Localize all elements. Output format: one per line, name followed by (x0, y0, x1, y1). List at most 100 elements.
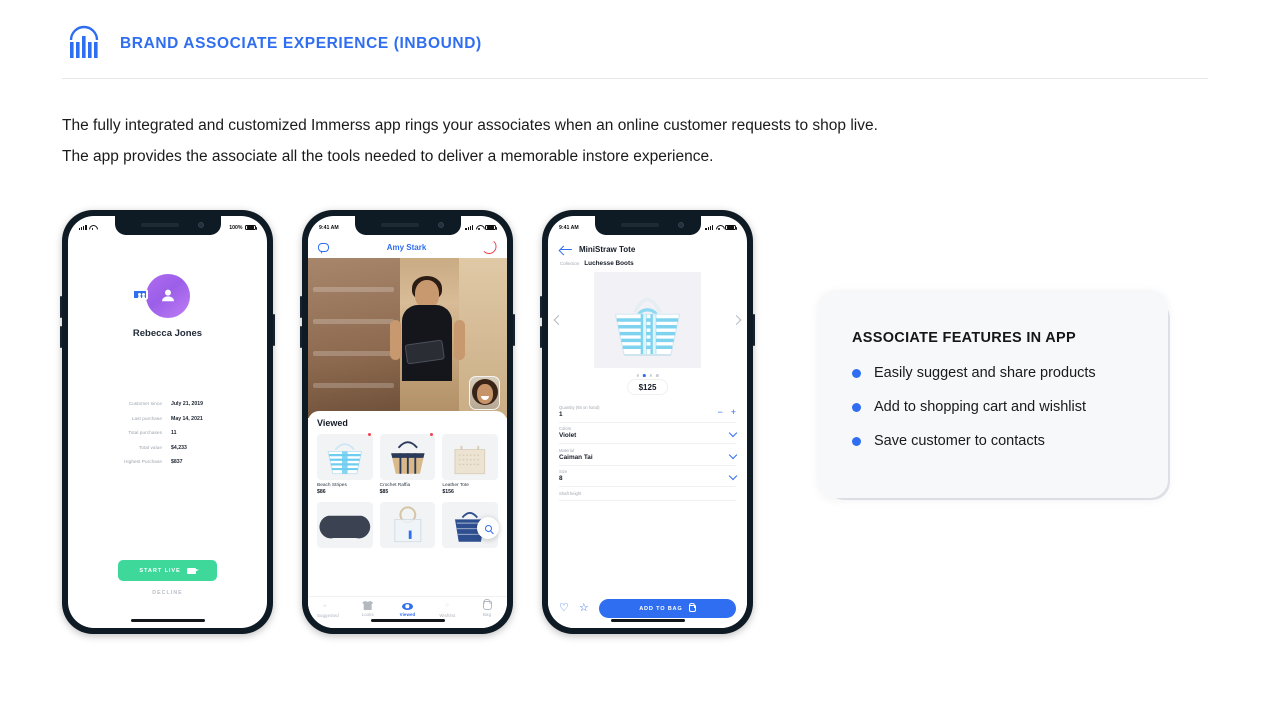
tab-label: Wishlist (439, 612, 456, 618)
product-card[interactable]: Beach Stripes $86 (317, 432, 373, 495)
customer-name: Rebecca Jones (132, 328, 203, 339)
live-video-feed (308, 258, 507, 418)
product-thumbnail (379, 434, 436, 480)
new-indicator-dot (367, 432, 371, 436)
carousel-dot[interactable] (636, 374, 639, 377)
product-card[interactable] (379, 502, 436, 548)
collection-row: Collection Luchesse Boots (560, 260, 634, 267)
stat-value: $837 (171, 459, 183, 465)
notch-camera (197, 222, 204, 228)
feature-item: Easily suggest and share products (852, 365, 1134, 381)
phone-mockup-livecall: 9:41 AM Amy Stark Viewed Beach Stripes $… (300, 210, 515, 634)
option-row-quantity[interactable]: Quantity (65 on hand) 1 − + (559, 401, 736, 423)
carousel-dot-active[interactable] (642, 374, 646, 377)
option-row-shaft-height[interactable]: Shaft height (559, 487, 736, 501)
collection-value: Luchesse Boots (584, 260, 634, 267)
stat-label: Last purchase (131, 415, 162, 421)
quantity-increase-button[interactable]: + (731, 407, 736, 417)
carousel-dot[interactable] (656, 374, 659, 377)
call-header-bar: Amy Stark (308, 236, 507, 258)
collection-label: Collection (560, 261, 580, 266)
option-row-colors[interactable]: Colors Violet (559, 423, 738, 444)
product-card[interactable]: Leather Tote $156 (442, 434, 498, 495)
shirt-icon (362, 601, 374, 610)
tab-wishlist[interactable]: ♡ Wishlist (428, 601, 466, 618)
bottom-tab-bar: ☆ Suggested Looks Viewed ♡ Wishlist Bag (308, 596, 507, 628)
avatar-wrapper (68, 274, 267, 318)
tab-looks[interactable]: Looks (349, 601, 387, 617)
wifi-icon (716, 225, 723, 231)
video-camera-icon (186, 567, 199, 574)
chat-bubble-icon[interactable] (318, 242, 329, 254)
caller-name: Amy Stark (386, 242, 427, 252)
status-time: 9:41 AM (319, 224, 339, 231)
battery-icon (485, 224, 498, 231)
add-to-bag-button[interactable]: ADD TO BAG (598, 599, 736, 618)
search-fab-button[interactable] (477, 517, 499, 539)
heart-icon[interactable]: ♡ (559, 603, 569, 614)
bag-icon (482, 601, 492, 610)
end-call-icon[interactable] (484, 243, 497, 251)
stat-row: Total purchases 11 (88, 430, 247, 436)
home-indicator (610, 618, 685, 622)
product-price: $156 (442, 489, 454, 495)
carousel-dot[interactable] (649, 374, 653, 377)
option-row-size[interactable]: Size 8 (559, 466, 738, 487)
quantity-decrease-button[interactable]: − (717, 407, 722, 417)
product-price: $86 (317, 489, 326, 495)
decline-button[interactable]: DECLINE (68, 590, 267, 596)
feature-text: Easily suggest and share products (874, 365, 1096, 381)
stat-value: 11 (171, 430, 177, 436)
option-row-material[interactable]: Material Caiman Tai (559, 444, 738, 466)
product-card[interactable]: Crochet Raffia $85 (379, 432, 436, 495)
product-image-carousel (548, 272, 747, 377)
battery-icon (245, 224, 258, 231)
notch-camera (437, 222, 444, 228)
signal-icon (79, 225, 87, 230)
product-title: MiniStraw Tote (579, 244, 636, 254)
tab-label: Bag (483, 612, 492, 617)
product-thumbnail (317, 502, 373, 548)
store-shelving (308, 258, 400, 418)
wifi-icon (476, 225, 483, 231)
option-value: Violet (559, 432, 577, 439)
tab-viewed[interactable]: Viewed (388, 601, 426, 617)
search-icon (484, 524, 492, 532)
back-arrow-icon[interactable] (560, 245, 572, 254)
quantity-stepper[interactable]: − + (717, 407, 736, 417)
start-live-label: START LIVE (139, 567, 181, 574)
phone-notch (594, 216, 701, 235)
phone-volume-up (300, 296, 302, 318)
notch-camera (677, 222, 684, 228)
option-label: Quantity (65 on hand) (559, 404, 600, 410)
phone-volume-down (540, 326, 542, 348)
stat-value: July 21, 2019 (171, 401, 204, 407)
star-icon: ☆ (322, 602, 327, 608)
tab-suggested[interactable]: ☆ Suggested (309, 601, 347, 618)
carousel-next-icon[interactable] (731, 315, 742, 325)
stat-row: Total value $4,233 (88, 445, 247, 451)
features-card: ASSOCIATE FEATURES IN APP Easily suggest… (818, 290, 1168, 498)
phone-volume-up (60, 296, 62, 318)
carousel-dots (636, 374, 659, 377)
feature-item: Add to shopping cart and wishlist (852, 399, 1134, 415)
picture-in-picture-customer[interactable] (469, 376, 500, 410)
chevron-down-icon[interactable] (728, 428, 738, 438)
new-indicator-dot (430, 432, 434, 436)
option-label: Size (559, 469, 568, 474)
option-label: Material (559, 447, 574, 453)
signal-icon (705, 225, 713, 230)
stat-label: Highest Purchase (124, 459, 162, 464)
star-icon[interactable]: ☆ (579, 603, 589, 614)
eye-icon (401, 602, 413, 610)
start-live-button[interactable]: START LIVE (118, 560, 217, 581)
chevron-down-icon[interactable] (728, 450, 738, 459)
bullet-icon (852, 368, 861, 378)
carousel-prev-icon[interactable] (553, 315, 564, 325)
chevron-down-icon[interactable] (728, 471, 738, 481)
page-title: BRAND ASSOCIATE EXPERIENCE (INBOUND) (120, 35, 482, 52)
product-card[interactable] (317, 502, 373, 548)
tab-label: Viewed (399, 611, 416, 617)
tab-bag[interactable]: Bag (468, 601, 506, 617)
product-name: Crochet Raffia (379, 483, 411, 488)
